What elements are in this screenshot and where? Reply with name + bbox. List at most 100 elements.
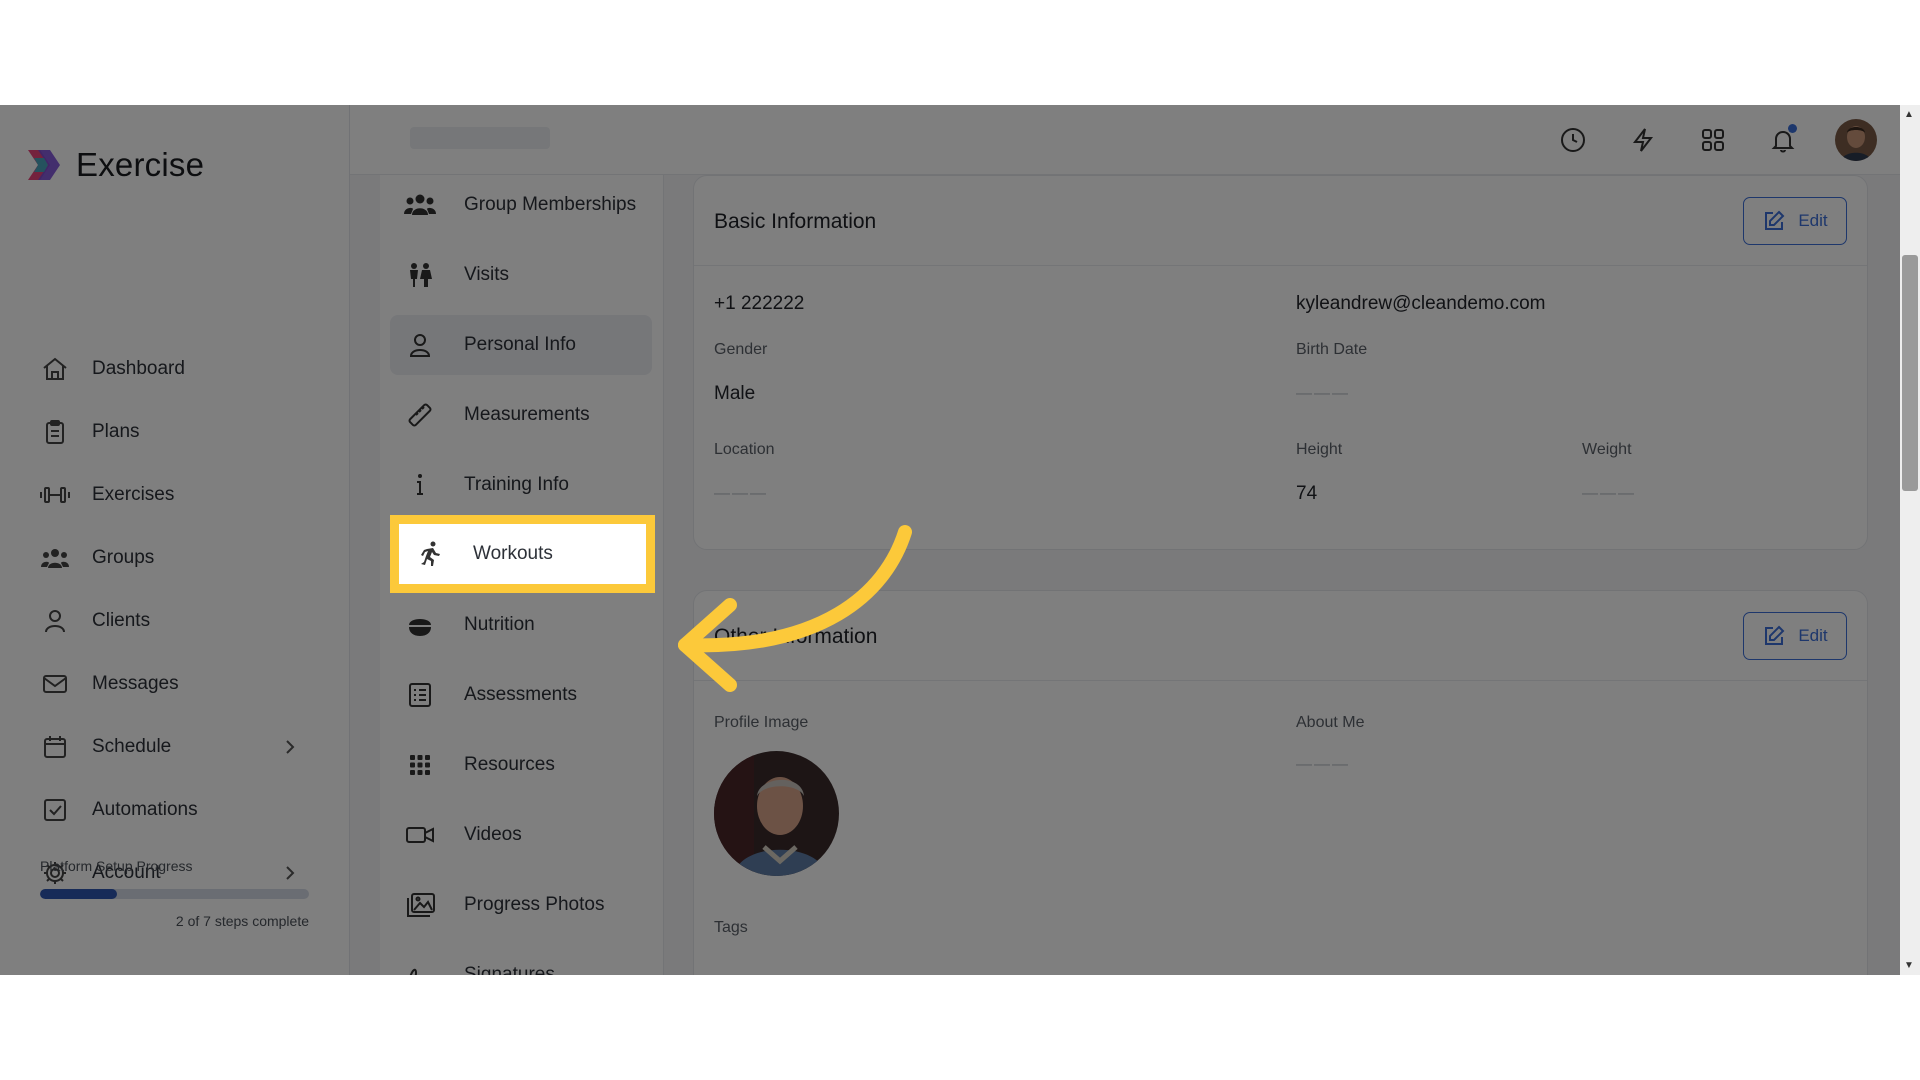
subnav-label: Progress Photos (464, 894, 605, 915)
subnav-label: Personal Info (464, 334, 576, 355)
email-value: kyleandrew@cleandemo.com (1296, 293, 1546, 314)
brand[interactable]: Exercise (26, 145, 204, 185)
users-icon (40, 543, 70, 573)
card-title: Basic Information (714, 210, 877, 233)
layered-chevron-logo-icon (28, 150, 60, 180)
subnav-item-measurements[interactable]: Measurements (390, 385, 652, 445)
edit-label: Edit (1798, 211, 1828, 230)
weight-label: Weight (1582, 441, 1632, 458)
edit-other-info-button[interactable]: Edit (1743, 612, 1847, 660)
edit-icon (1765, 625, 1785, 645)
location-label: Location (714, 441, 775, 458)
gender-value: Male (714, 383, 756, 404)
subnav-label: Signatures (464, 964, 555, 975)
home-icon (40, 354, 70, 384)
setup-progress-label: Platform Setup Progress (40, 858, 193, 874)
person-icon (402, 327, 438, 363)
running-icon (412, 536, 448, 572)
sidebar-item-label: Automations (92, 799, 198, 820)
height-label: Height (1296, 441, 1343, 458)
subnav-item-visits[interactable]: Visits (390, 245, 652, 305)
tags-label: Tags (714, 919, 748, 936)
sidebar-item-label: Dashboard (92, 358, 185, 379)
notification-dot (1788, 124, 1797, 133)
birth-date-label: Birth Date (1296, 341, 1368, 358)
signature-icon (402, 957, 438, 975)
sidebar-item-schedule[interactable]: Schedule (40, 727, 310, 767)
gender-label: Gender (714, 341, 768, 358)
app-window: Exercise Dashboard Plans Exercises Group… (0, 105, 1920, 975)
subnav-label: Measurements (464, 404, 590, 425)
checklist-icon (402, 677, 438, 713)
sidebar-item-label: Exercises (92, 484, 175, 505)
sidebar-item-groups[interactable]: Groups (40, 538, 310, 578)
sidebar-item-label: Plans (92, 421, 140, 442)
subnav-label: Nutrition (464, 614, 535, 635)
apps-grid-icon[interactable] (1693, 120, 1733, 160)
edit-basic-info-button[interactable]: Edit (1743, 197, 1847, 245)
calendar-icon (40, 732, 70, 762)
user-icon (40, 606, 70, 636)
subnav-label: Group Memberships (464, 194, 637, 215)
about-me-label: About Me (1296, 714, 1365, 731)
top-bar (350, 105, 1900, 175)
page-title-placeholder (410, 127, 550, 149)
sidebar-item-label: Clients (92, 610, 151, 631)
subnav-item-assessments[interactable]: Assessments (390, 665, 652, 725)
photos-icon (402, 887, 438, 923)
sidebar-item-exercises[interactable]: Exercises (40, 475, 310, 515)
page-scrollbar[interactable]: ▲ ▼ (1900, 105, 1920, 975)
checkbox-icon (40, 795, 70, 825)
sidebar-item-label: Schedule (92, 736, 172, 757)
clipboard-icon (40, 417, 70, 447)
scroll-up-icon[interactable]: ▲ (1904, 109, 1914, 120)
sidebar-item-dashboard[interactable]: Dashboard (40, 349, 310, 389)
height-value: 74 (1296, 483, 1318, 504)
edit-label: Edit (1798, 626, 1828, 645)
dumbbell-icon (40, 480, 70, 510)
weight-value: ——— (1582, 485, 1636, 502)
subnav-item-group-memberships[interactable]: Group Memberships (390, 175, 652, 235)
info-icon (402, 467, 438, 503)
sidebar-item-label: Groups (92, 547, 155, 568)
app-name: Exercise (76, 146, 205, 183)
user-avatar[interactable] (1835, 119, 1877, 161)
chevron-right-icon (286, 866, 295, 880)
subnav-item-resources[interactable]: Resources (390, 735, 652, 795)
birth-date-value: ——— (1296, 385, 1350, 402)
subnav-item-personal-info[interactable]: Personal Info (390, 315, 652, 375)
scroll-down-icon[interactable]: ▼ (1904, 960, 1914, 971)
subnav-label: Resources (464, 754, 555, 775)
grid-dots-icon (402, 747, 438, 783)
visitors-icon (402, 257, 438, 293)
subnav-item-workouts[interactable]: Workouts (390, 515, 655, 593)
sidebar-item-label: Messages (92, 673, 179, 694)
scrollbar-thumb[interactable] (1902, 255, 1918, 491)
clock-icon[interactable] (1553, 120, 1593, 160)
subnav-item-nutrition[interactable]: Nutrition (390, 595, 652, 655)
subnav-label: Assessments (464, 684, 577, 705)
basic-information-card: Basic Information Edit +1 222222 kyleand… (693, 175, 1868, 550)
subnav-item-progress-photos[interactable]: Progress Photos (390, 875, 652, 935)
about-me-value: ——— (1296, 756, 1350, 773)
sidebar-item-messages[interactable]: Messages (40, 664, 310, 704)
subnav-item-training-info[interactable]: Training Info (390, 455, 652, 515)
setup-progress-fill (40, 889, 117, 899)
edit-icon (1765, 210, 1785, 230)
ruler-icon (402, 397, 438, 433)
sidebar-item-automations[interactable]: Automations (40, 790, 310, 830)
bell-icon[interactable] (1763, 120, 1803, 160)
card-header: Basic Information Edit (694, 176, 1867, 266)
subnav-label: Training Info (464, 474, 569, 495)
setup-steps-text: 2 of 7 steps complete (175, 913, 309, 929)
profile-image[interactable] (714, 751, 839, 876)
location-value: ——— (714, 485, 768, 502)
video-icon (402, 817, 438, 853)
sidebar-item-clients[interactable]: Clients (40, 601, 310, 641)
lightning-icon[interactable] (1623, 120, 1663, 160)
subnav-item-signatures[interactable]: Signatures (390, 945, 652, 975)
subnav-item-videos[interactable]: Videos (390, 805, 652, 865)
tutorial-arrow-icon (678, 525, 912, 692)
sidebar-item-plans[interactable]: Plans (40, 412, 310, 452)
group-icon (402, 187, 438, 223)
